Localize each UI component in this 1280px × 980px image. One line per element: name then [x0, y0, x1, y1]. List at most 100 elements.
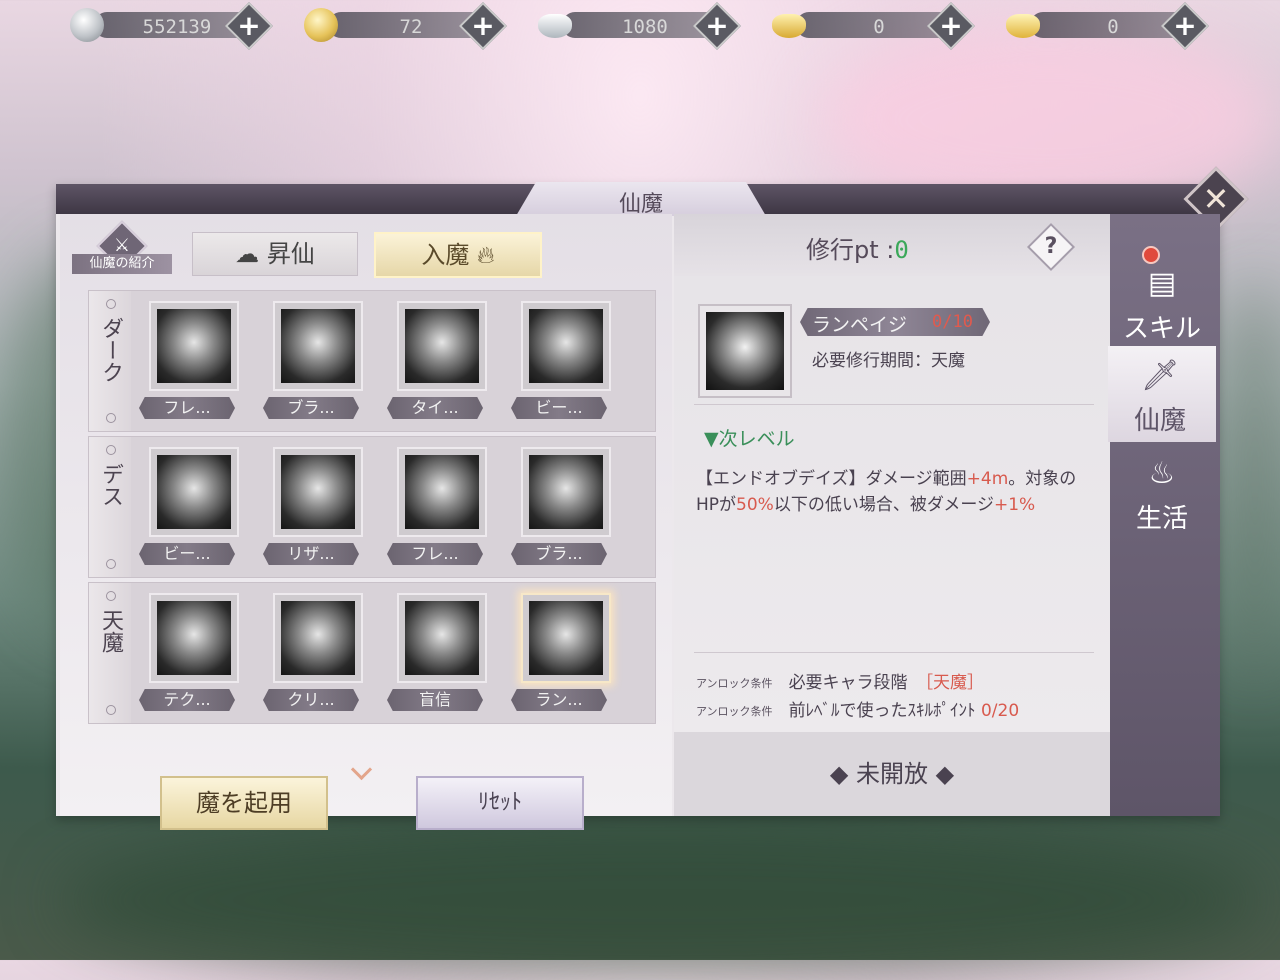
side-nav: ▤ スキル 🗡︎ 仙魔 ♨ 生活 — [1108, 214, 1220, 816]
storm-burst-icon — [529, 601, 603, 675]
skill-name: ブラ... — [263, 397, 359, 419]
group-label-text: 天魔 — [98, 609, 123, 653]
skill-book-icon: ▤ — [1147, 266, 1177, 301]
xianmo-panel: 仙魔 ✕ ⚔ 仙魔の紹介 ☁ 昇仙 入魔 🔥︎ ダーク フレ... ブラ... … — [56, 166, 1249, 830]
dark-drop-swirl-icon — [529, 455, 603, 529]
plus-icon: + — [1173, 9, 1197, 42]
skill-group-death: デス ビー... リザ... フレ... ブラ... — [88, 436, 656, 578]
next-level-header: ▼次レベル — [704, 428, 795, 450]
side-nav-label: スキル — [1122, 314, 1201, 344]
skill-name: ラン... — [511, 689, 607, 711]
plus-icon: + — [471, 9, 495, 42]
skill-frame — [273, 301, 363, 391]
training-points-value: 0 — [894, 236, 909, 264]
training-points-bar: 修行pt :0 ? — [674, 214, 1110, 276]
skill-group-heavenly-demon: 天魔 テク... クリ... 盲信 ラン... — [88, 582, 656, 724]
plus-icon: + — [237, 9, 261, 42]
side-nav-xianmo[interactable]: 🗡︎ 仙魔 — [1108, 346, 1216, 442]
claw-slash-icon — [405, 455, 479, 529]
intro-label: 仙魔の紹介 — [72, 254, 172, 274]
lightning-burst-icon — [405, 309, 479, 383]
locked-gold-ingot-icon — [772, 14, 806, 38]
skill-frame — [397, 301, 487, 391]
skill-slot-selected[interactable]: ラン... — [507, 585, 611, 715]
add-currency-button[interactable]: + — [926, 1, 976, 51]
add-currency-button[interactable]: + — [1160, 1, 1210, 51]
plus-icon: + — [939, 9, 963, 42]
fire-swirl-icon — [157, 309, 231, 383]
skill-frame — [273, 447, 363, 537]
tab-label: 入魔 — [421, 241, 470, 269]
skill-name: フレ... — [387, 543, 483, 565]
training-points: 修行pt :0 — [806, 236, 909, 264]
skill-name: ビー... — [511, 397, 607, 419]
currency-value: 1080 — [622, 16, 668, 38]
ornament-icon — [106, 413, 116, 423]
storm-burst-icon — [706, 312, 784, 390]
currency-silver-coin: 552139 + — [66, 1, 274, 51]
unlock-condition-1: アンロック条件 必要キャラ段階 ［天魔］ — [696, 673, 985, 693]
currency-value: 72 — [399, 16, 423, 38]
add-currency-button[interactable]: + — [224, 1, 274, 51]
tab-demon[interactable]: 入魔 🔥︎ — [374, 232, 542, 278]
skill-slot[interactable]: ビー... — [135, 439, 239, 569]
skill-frame — [149, 447, 239, 537]
currency-value: 0 — [873, 16, 885, 38]
currency-value: 0 — [1107, 16, 1119, 38]
skill-name: フレ... — [139, 397, 235, 419]
raised-arms-icon — [405, 601, 479, 675]
skill-slot[interactable]: テク... — [135, 585, 239, 715]
beast-head-icon — [529, 309, 603, 383]
side-nav-label: 生活 — [1135, 504, 1188, 534]
cloud-icon: ☁ — [235, 240, 260, 268]
selected-skill-name: ランペイジ — [812, 314, 908, 336]
unlock-condition-2: アンロック条件 前ﾚﾍﾞﾙで使ったｽｷﾙﾎﾟｲﾝﾄ 0/20 — [696, 701, 1020, 721]
skill-slot[interactable]: ブラ... — [507, 439, 611, 569]
skill-slot[interactable]: クリ... — [259, 585, 363, 715]
skill-slot[interactable]: リザ... — [259, 439, 363, 569]
divider — [694, 404, 1094, 405]
intro-button[interactable]: ⚔ 仙魔の紹介 — [72, 220, 172, 278]
skill-frame — [149, 593, 239, 683]
group-label-text: デス — [98, 463, 123, 507]
help-button[interactable]: ? — [1026, 222, 1076, 272]
group-label-text: ダーク — [98, 317, 123, 383]
skill-name: クリ... — [263, 689, 359, 711]
plus-icon: + — [705, 9, 729, 42]
skill-name: ブラ... — [511, 543, 607, 565]
reset-button[interactable]: ﾘｾｯﾄ — [416, 776, 584, 830]
ornament-icon — [106, 445, 116, 455]
ornament-icon — [106, 591, 116, 601]
side-nav-life[interactable]: ♨ 生活 — [1110, 444, 1214, 540]
silver-ingot-icon — [538, 14, 572, 38]
skill-frame — [521, 301, 611, 391]
skill-slot[interactable]: フレ... — [135, 293, 239, 423]
skill-slot[interactable]: タイ... — [383, 293, 487, 423]
background-foliage — [60, 820, 1260, 980]
sword-flame-icon: 🗡︎ — [1140, 358, 1180, 393]
scroll-down-icon[interactable] — [350, 758, 373, 781]
ornament-icon — [106, 559, 116, 569]
question-icon: ? — [1044, 234, 1058, 259]
orb-burst-icon — [157, 601, 231, 675]
skill-group-dark: ダーク フレ... ブラ... タイ... ビー... — [88, 290, 656, 432]
side-nav-skill[interactable]: ▤ スキル — [1110, 254, 1214, 350]
ornament-icon — [106, 705, 116, 715]
currency-value: 552139 — [142, 16, 212, 38]
enable-demon-button[interactable]: 魔を起用 — [160, 776, 328, 830]
skill-slot[interactable]: フレ... — [383, 439, 487, 569]
vortex-icon — [157, 455, 231, 529]
add-currency-button[interactable]: + — [692, 1, 742, 51]
gold-coin-icon — [304, 8, 338, 42]
add-currency-button[interactable]: + — [458, 1, 508, 51]
required-period: 必要修行期間：天魔 — [812, 351, 965, 371]
skill-name: 盲信 — [387, 689, 483, 711]
side-nav-label: 仙魔 — [1133, 406, 1186, 436]
notification-dot — [1142, 246, 1160, 264]
skill-slot[interactable]: ブラ... — [259, 293, 363, 423]
skill-detail-area: 修行pt :0 ? ランペイジ 0/10 必要修行期間：天魔 ▼次レベル 【エン… — [674, 214, 1110, 816]
skill-slot[interactable]: 盲信 — [383, 585, 487, 715]
skill-slot[interactable]: ビー... — [507, 293, 611, 423]
tab-ascend[interactable]: ☁ 昇仙 — [192, 232, 358, 276]
skill-frame — [397, 593, 487, 683]
